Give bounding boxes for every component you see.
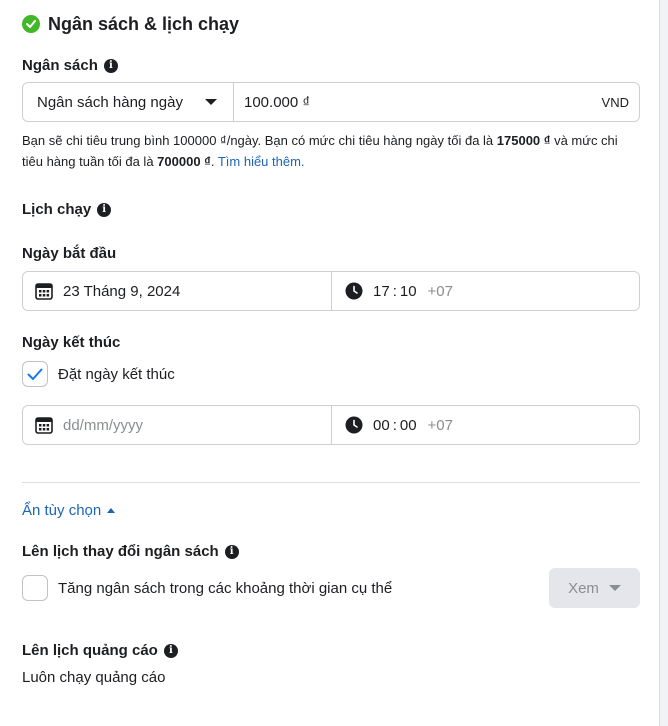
info-icon[interactable]: i [103,58,118,73]
budget-change-row: Tăng ngân sách trong các khoảng thời gia… [22,575,392,601]
start-date-value: 23 Tháng 9, 2024 [63,282,181,300]
caret-up-icon [107,508,116,513]
time-separator: : [392,282,397,300]
clock-icon [345,282,363,300]
info-icon[interactable]: i [224,544,239,559]
end-date-checkbox[interactable] [22,361,48,387]
budget-change-checkbox[interactable] [22,575,48,601]
budget-type-select[interactable]: Ngân sách hàng ngày [23,83,233,121]
hide-options-label: Ẩn tùy chọn [22,502,102,519]
calendar-icon [35,283,53,300]
end-time-minute[interactable]: 00 [400,417,417,434]
max-weekly-spend: 700000 ₫ [157,154,211,169]
time-separator: : [392,416,397,434]
max-daily-spend: 175000 ₫ [496,133,551,148]
info-icon[interactable]: i [97,202,112,217]
currency-label: VND [601,94,629,110]
info-icon[interactable]: i [163,643,178,658]
end-timezone: +07 [427,416,453,434]
end-datetime-group: dd/mm/yyyy 00 : 00 +07 [22,405,640,445]
budget-label-row: Ngân sách i [22,57,118,74]
ad-schedule-value: Luôn chạy quảng cáo [22,669,166,686]
view-button-label: Xem [568,579,599,597]
budget-change-label-row: Lên lịch thay đổi ngân sách i [22,543,239,560]
budget-amount-value: 100.000 ₫ [244,93,311,111]
schedule-label: Lịch chạy [22,201,92,218]
caret-down-icon [205,99,217,105]
checkmark-icon [27,368,43,380]
start-time-minute[interactable]: 10 [400,283,417,300]
end-date-placeholder: dd/mm/yyyy [63,416,144,434]
start-date-label: Ngày bắt đầu [22,245,117,262]
budget-change-label: Lên lịch thay đổi ngân sách [22,543,219,560]
budget-label: Ngân sách [22,57,98,74]
end-date-label: Ngày kết thúc [22,334,121,351]
end-time-input[interactable]: 00 : 00 +07 [332,406,639,444]
budget-change-checkbox-label[interactable]: Tăng ngân sách trong các khoảng thời gia… [58,580,392,597]
start-timezone: +07 [427,282,453,300]
calendar-icon [35,417,53,434]
success-check-icon [22,15,40,33]
end-date-toggle-row: Đặt ngày kết thúc [22,361,175,387]
start-time-hour[interactable]: 17 [373,283,390,300]
view-button[interactable]: Xem [549,568,640,608]
learn-more-link[interactable]: Tìm hiểu thêm. [218,154,305,169]
hide-options-toggle[interactable]: Ẩn tùy chọn [22,502,116,519]
ad-schedule-label-row: Lên lịch quảng cáo i [22,642,178,659]
start-datetime-group: 23 Tháng 9, 2024 17 : 10 +07 [22,271,640,311]
end-time-hour[interactable]: 00 [373,417,390,434]
end-date-checkbox-label[interactable]: Đặt ngày kết thúc [58,366,175,383]
section-title: Ngân sách & lịch chạy [48,14,240,34]
start-date-input[interactable]: 23 Tháng 9, 2024 [23,272,331,310]
budget-schedule-card: Ngân sách & lịch chạy Ngân sách i Ngân s… [0,0,660,726]
budget-input-group: Ngân sách hàng ngày 100.000 ₫ VND [22,82,640,122]
budget-help-text: Bạn sẽ chi tiêu trung bình 100000 ₫/ngày… [22,130,642,172]
budget-amount-input[interactable]: 100.000 ₫ VND [234,83,639,121]
clock-icon [345,416,363,434]
section-divider [22,482,640,483]
end-date-input[interactable]: dd/mm/yyyy [23,406,331,444]
help-text-part: . [210,154,218,169]
help-text-part: Bạn sẽ chi tiêu trung bình 100000 ₫/ngày… [22,133,497,148]
caret-down-icon [608,585,621,591]
ad-schedule-label: Lên lịch quảng cáo [22,642,158,659]
start-time-input[interactable]: 17 : 10 +07 [332,272,639,310]
schedule-label-row: Lịch chạy i [22,201,112,218]
budget-type-value: Ngân sách hàng ngày [37,93,183,111]
